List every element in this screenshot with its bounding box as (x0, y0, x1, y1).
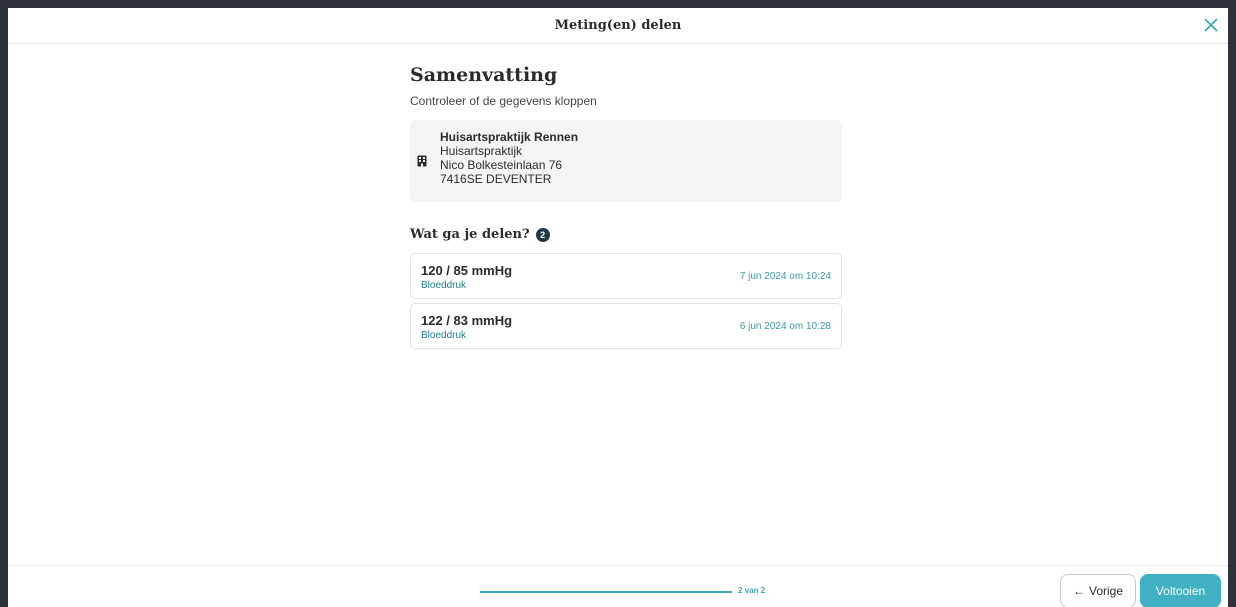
modal-footer: 2 van 2 ← Vorige Voltooien (8, 565, 1228, 607)
practice-card: Huisartspraktijk Rennen Huisartspraktijk… (410, 120, 842, 202)
progress-fill (480, 591, 732, 593)
modal-window: Meting(en) delen Samenvatting Controleer… (0, 0, 1236, 607)
building-icon (417, 154, 427, 167)
measurement-value: 120 / 85 mmHg (421, 263, 513, 278)
progress-label: 2 van 2 (738, 586, 766, 595)
list-item: 122 / 83 mmHg Bloeddruk 6 jun 2024 om 10… (410, 303, 842, 349)
finish-button[interactable]: Voltooien (1140, 574, 1221, 607)
share-heading: Wat ga je delen? 2 (410, 227, 842, 242)
page-title: Samenvatting (410, 64, 558, 86)
summary-content: Samenvatting Controleer of de gegevens k… (410, 64, 842, 353)
measurement-date: 6 jun 2024 om 10:28 (739, 321, 831, 332)
previous-button[interactable]: ← Vorige (1060, 574, 1136, 607)
measurement-type: Bloeddruk (421, 280, 467, 291)
previous-button-label: Vorige (1088, 584, 1124, 598)
share-heading-text: Wat ga je delen? (410, 227, 530, 242)
modal-header: Meting(en) delen (8, 8, 1228, 44)
progress-bar (480, 591, 732, 593)
list-item: 120 / 85 mmHg Bloeddruk 7 jun 2024 om 10… (410, 253, 842, 299)
measurement-list: 120 / 85 mmHg Bloeddruk 7 jun 2024 om 10… (410, 253, 842, 349)
measurement-value: 122 / 83 mmHg (421, 313, 513, 328)
measurement-type: Bloeddruk (421, 330, 467, 341)
practice-street: Nico Bolkesteinlaan 76 (440, 158, 563, 172)
count-badge: 2 (535, 227, 550, 242)
page-subtitle: Controleer of de gegevens kloppen (410, 94, 597, 108)
arrow-left-icon: ← (1072, 584, 1085, 598)
practice-city: 7416SE DEVENTER (440, 172, 552, 186)
practice-name: Huisartspraktijk Rennen (440, 130, 579, 144)
finish-button-label: Voltooien (1155, 584, 1206, 598)
practice-type: Huisartspraktijk (440, 144, 523, 158)
close-icon[interactable] (1200, 14, 1222, 36)
practice-details: Huisartspraktijk Rennen Huisartspraktijk… (440, 130, 578, 186)
measurement-date: 7 jun 2024 om 10:24 (739, 271, 831, 282)
modal-title: Meting(en) delen (554, 18, 682, 33)
